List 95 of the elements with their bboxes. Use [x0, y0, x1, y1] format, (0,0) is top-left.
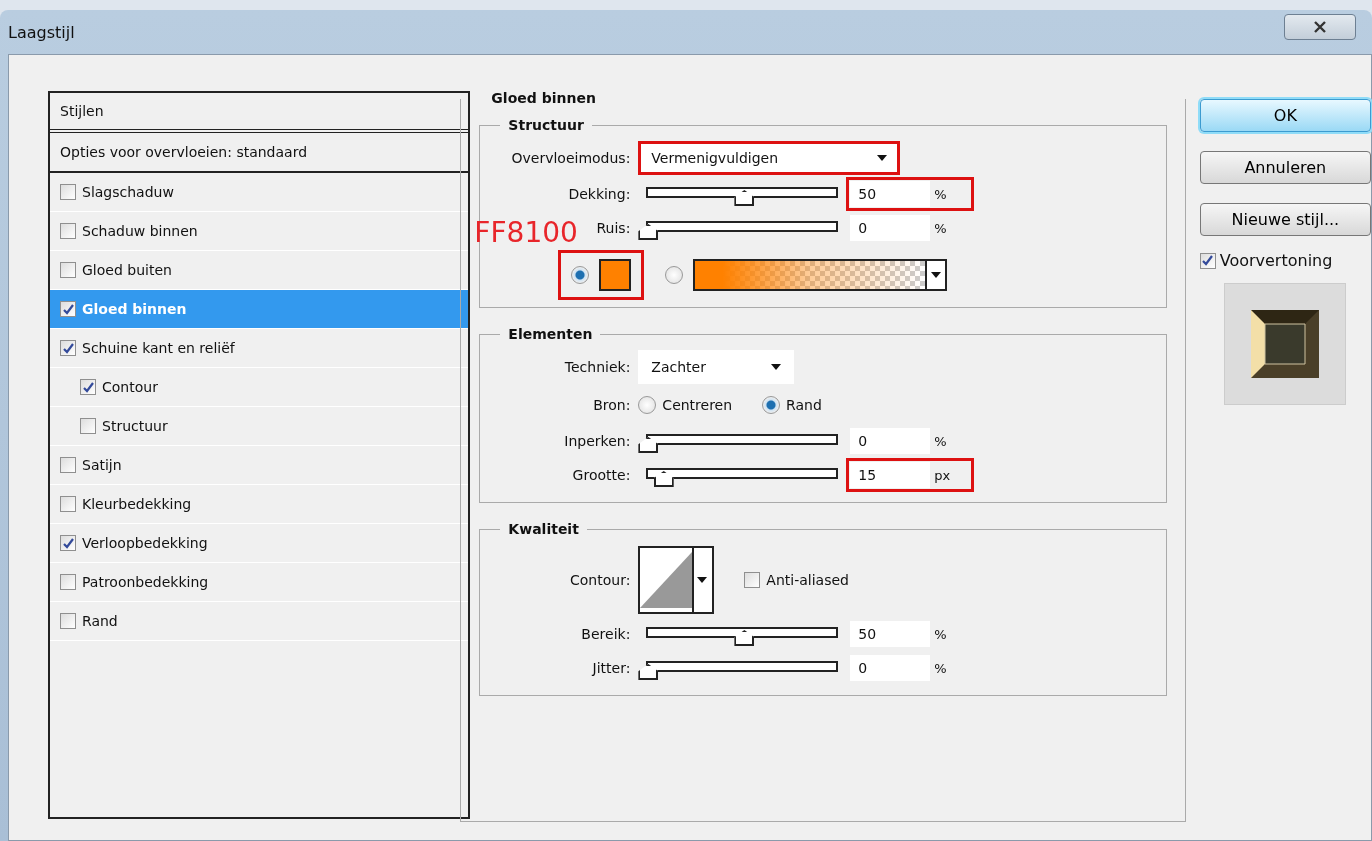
style-list-item[interactable]: Rand — [50, 602, 469, 641]
dialog-button[interactable]: OK — [1199, 99, 1371, 132]
unit-label: % — [934, 660, 948, 676]
style-label: Gloed buiten — [82, 262, 172, 278]
checkbox[interactable] — [80, 418, 96, 434]
contour-picker[interactable] — [638, 546, 715, 614]
radio-button[interactable] — [665, 266, 684, 284]
style-label: Rand — [82, 613, 118, 629]
style-list-item[interactable]: Schuine kant en reliëf — [50, 329, 469, 368]
check-icon — [82, 381, 94, 393]
checkbox[interactable] — [60, 262, 76, 278]
style-label: Verloopbedekking — [82, 535, 208, 551]
field-label: Bron: — [592, 397, 631, 413]
field-label: Techniek: — [563, 359, 631, 375]
unit-label: % — [934, 220, 948, 236]
check-icon — [62, 303, 74, 315]
style-label: Contour — [102, 379, 158, 395]
checkbox[interactable] — [60, 496, 76, 512]
checkbox[interactable] — [60, 340, 76, 356]
style-list-item[interactable]: Structuur — [50, 407, 469, 446]
checkbox-label: Voorvertoning — [1219, 251, 1333, 270]
blend-mode-dropdown[interactable]: Vermenigvuldigen — [638, 141, 901, 175]
radio-label: Rand — [786, 397, 822, 413]
slider-thumb[interactable] — [638, 437, 659, 453]
style-label: Schaduw binnen — [82, 223, 198, 239]
check-icon — [62, 537, 74, 549]
dialog-button[interactable]: Annuleren — [1199, 151, 1371, 184]
caret-icon — [697, 576, 708, 584]
checkbox[interactable] — [60, 184, 76, 200]
checkbox[interactable] — [60, 535, 76, 551]
value-field[interactable]: 50 — [850, 621, 931, 647]
style-label: Schuine kant en reliëf — [82, 340, 235, 356]
style-list-item[interactable]: Satijn — [50, 446, 469, 485]
caret-icon — [771, 363, 782, 371]
value-field[interactable]: 15 — [850, 462, 931, 488]
style-label: Patroonbedekking — [82, 574, 209, 590]
slider-thumb[interactable] — [638, 664, 659, 680]
checkbox[interactable] — [60, 223, 76, 239]
window-title: Laagstijl — [8, 22, 75, 42]
field-label: Contour: — [569, 572, 631, 588]
annotation-text: FF8100 — [474, 216, 578, 249]
slider-label: Dekking: — [568, 186, 631, 202]
close-icon — [1314, 21, 1326, 33]
caret-icon — [931, 271, 942, 279]
style-label: Slagschaduw — [82, 184, 174, 200]
value-field[interactable]: 0 — [850, 655, 931, 681]
check-icon — [1202, 255, 1214, 266]
value-field[interactable]: 0 — [850, 428, 931, 454]
slider-thumb[interactable] — [638, 224, 659, 240]
checkbox[interactable] — [1199, 252, 1216, 269]
style-label: Kleurbedekking — [82, 496, 192, 512]
radio-button[interactable] — [638, 396, 657, 414]
styles-header[interactable]: Stijlen — [50, 93, 469, 133]
checkbox[interactable] — [80, 379, 96, 395]
checkbox[interactable] — [60, 574, 76, 590]
slider-label: Ruis: — [596, 220, 631, 236]
check-icon — [62, 342, 74, 354]
checkbox[interactable] — [60, 613, 76, 629]
radio-button[interactable] — [571, 266, 590, 284]
slider-label: Jitter: — [592, 660, 631, 676]
style-list-item[interactable]: Slagschaduw — [50, 173, 469, 212]
checkbox-label: Anti-aliased — [766, 572, 849, 588]
slider-label: Bereik: — [581, 626, 631, 642]
checkbox[interactable] — [60, 457, 76, 473]
style-label: Satijn — [82, 457, 122, 473]
unit-label: px — [934, 467, 952, 483]
caret-icon — [877, 154, 888, 162]
style-list-item[interactable]: Schaduw binnen — [50, 212, 469, 251]
value-field[interactable]: 0 — [850, 215, 931, 241]
group-title: Kwaliteit — [507, 521, 580, 537]
field-label: Overvloeimodus: — [510, 150, 631, 166]
style-label: Structuur — [102, 418, 168, 434]
value-field[interactable]: 50 — [850, 181, 931, 207]
blend-options-item[interactable]: Opties voor overvloeien: standaard — [50, 133, 469, 173]
style-list-item[interactable]: Verloopbedekking — [50, 524, 469, 563]
unit-label: % — [934, 626, 948, 642]
style-list-item[interactable]: Kleurbedekking — [50, 485, 469, 524]
group-title: Elementen — [507, 326, 594, 342]
technique-dropdown[interactable]: Zachter — [638, 350, 795, 384]
checkbox[interactable] — [60, 301, 76, 317]
dialog-button[interactable]: Nieuwe stijl... — [1199, 203, 1371, 236]
style-list-item[interactable]: Contour — [50, 368, 469, 407]
style-label: Gloed binnen — [82, 301, 187, 317]
slider-label: Grootte: — [572, 467, 631, 483]
radio-label: Centreren — [662, 397, 733, 413]
slider-label: Inperken: — [564, 433, 631, 449]
radio-button[interactable] — [762, 396, 781, 414]
gradient-picker[interactable] — [693, 259, 948, 291]
group-title: Structuur — [507, 117, 585, 133]
color-swatch[interactable] — [599, 259, 632, 291]
checkbox[interactable] — [744, 572, 761, 588]
style-list-item[interactable]: Patroonbedekking — [50, 563, 469, 602]
close-button[interactable] — [1284, 14, 1356, 40]
unit-label: % — [934, 433, 948, 449]
unit-label: % — [934, 186, 948, 202]
